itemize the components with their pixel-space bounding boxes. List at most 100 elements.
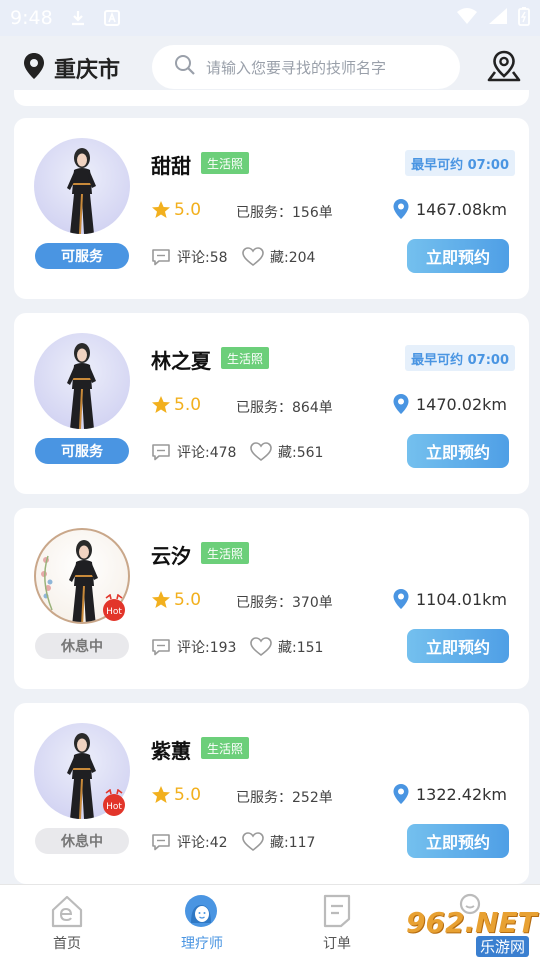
life-photo-tag[interactable]: 生活照	[201, 737, 250, 759]
comments-count: 评论:193	[177, 640, 237, 656]
nav-orders-label: 订单	[323, 936, 351, 952]
favorites-count: 藏:151	[278, 640, 324, 656]
comments[interactable]: 评论:42	[151, 832, 228, 852]
status-time: 9:48	[10, 7, 53, 29]
life-photo-tag[interactable]: 生活照	[221, 347, 270, 369]
nav-home[interactable]: 首页	[27, 893, 107, 953]
map-location-button[interactable]	[486, 49, 522, 85]
distance-value: 1467.08km	[415, 199, 507, 219]
heart-icon	[250, 637, 272, 657]
book-now-button[interactable]: 立即预约	[407, 629, 509, 663]
rating-value: 5.0	[174, 200, 202, 220]
nav-home-label: 首页	[53, 936, 81, 952]
avatar-photo	[34, 333, 130, 429]
star-icon	[152, 591, 170, 608]
nav-therapist-label: 理疗师	[181, 936, 223, 952]
favorites[interactable]: 藏:117	[242, 832, 315, 852]
technician-name: 林之夏	[151, 349, 211, 373]
availability-badge: 休息中	[35, 633, 129, 659]
avatar[interactable]: Hot	[34, 528, 130, 624]
rating: 5.0	[151, 395, 201, 415]
served-count: 已服务：370单	[236, 595, 333, 611]
star-icon	[152, 201, 170, 218]
comments[interactable]: 评论:193	[151, 637, 236, 657]
nav-orders[interactable]: 订单	[297, 893, 377, 953]
watermark-sub: 乐游网	[476, 936, 530, 957]
rating-value: 5.0	[174, 395, 202, 415]
earliest-time-badge: 最早可约 07:00	[405, 150, 515, 176]
favorites-count: 藏:204	[270, 250, 316, 266]
comments-count: 评论:58	[177, 250, 228, 266]
distance-pin-icon	[393, 589, 409, 609]
favorites[interactable]: 藏:561	[250, 442, 323, 462]
favorites[interactable]: 藏:204	[242, 247, 315, 267]
distance: 1104.01km	[392, 588, 507, 610]
map-pin-icon	[487, 50, 521, 82]
previous-card-edge	[14, 90, 529, 106]
star-icon	[152, 396, 170, 413]
availability-badge: 可服务	[35, 438, 129, 464]
served-count: 已服务：864单	[236, 400, 333, 416]
watermark-main: 962.NET	[406, 906, 537, 939]
avatar[interactable]	[34, 138, 130, 234]
served-count: 已服务：156单	[236, 205, 333, 221]
avatar[interactable]: Hot	[34, 723, 130, 819]
life-photo-tag[interactable]: 生活照	[201, 152, 250, 174]
comment-icon	[152, 639, 170, 656]
heart-icon	[250, 442, 272, 462]
hot-label: Hot	[106, 607, 122, 617]
life-photo-tag[interactable]: 生活照	[201, 542, 250, 564]
status-bar: 9:48	[0, 0, 540, 36]
download-icon	[69, 9, 87, 27]
comments-count: 评论:478	[177, 445, 237, 461]
search-placeholder: 请输入您要寻找的技师名字	[206, 58, 387, 77]
technician-name: 云汐	[151, 544, 191, 568]
distance-pin-icon	[393, 784, 409, 804]
search-input[interactable]: 请输入您要寻找的技师名字	[152, 45, 460, 89]
distance: 1470.02km	[392, 393, 507, 415]
distance-pin-icon	[393, 199, 409, 219]
battery-icon	[518, 6, 530, 30]
heart-icon	[242, 832, 264, 852]
availability-badge: 休息中	[35, 828, 129, 854]
therapist-photo-icon	[67, 148, 96, 234]
app-notification-icon	[103, 9, 121, 27]
book-now-button[interactable]: 立即预约	[407, 239, 509, 273]
nav-therapist[interactable]: 理疗师	[162, 893, 242, 953]
favorites[interactable]: 藏:151	[250, 637, 323, 657]
watermark-logo: 962.NET 乐游网	[402, 906, 537, 957]
signal-icon	[488, 7, 508, 29]
comment-icon	[152, 834, 170, 851]
comment-icon	[152, 249, 170, 266]
book-now-button[interactable]: 立即预约	[407, 824, 509, 858]
distance: 1467.08km	[392, 198, 507, 220]
therapist-icon	[185, 895, 217, 927]
technician-card[interactable]: Hot 休息中 紫蕙 生活照 5.0 已服务：252单 1322.42km 评论…	[14, 703, 529, 884]
hot-badge-icon: Hot	[100, 788, 128, 817]
favorites-count: 藏:561	[278, 445, 324, 461]
comments[interactable]: 评论:58	[151, 247, 228, 267]
distance-value: 1470.02km	[415, 394, 507, 414]
city-name: 重庆市	[54, 58, 121, 83]
orders-icon	[323, 894, 351, 928]
rating: 5.0	[151, 785, 201, 805]
rating-value: 5.0	[174, 785, 202, 805]
comment-icon	[152, 444, 170, 461]
therapist-photo-icon	[67, 343, 96, 429]
location-pin-icon	[22, 52, 46, 84]
technician-card[interactable]: 可服务 甜甜 生活照 最早可约 07:00 5.0 已服务：156单 1467.…	[14, 118, 529, 299]
hot-badge-icon: Hot	[100, 593, 128, 622]
home-icon	[51, 895, 83, 928]
technician-card[interactable]: 可服务 林之夏 生活照 最早可约 07:00 5.0 已服务：864单 1470…	[14, 313, 529, 494]
comments-count: 评论:42	[177, 835, 228, 851]
comments[interactable]: 评论:478	[151, 442, 236, 462]
technician-card[interactable]: Hot 休息中 云汐 生活照 5.0 已服务：370单 1104.01km 评论…	[14, 508, 529, 689]
avatar[interactable]	[34, 333, 130, 429]
avatar-photo	[34, 138, 130, 234]
rating: 5.0	[151, 590, 201, 610]
distance-value: 1322.42km	[415, 784, 507, 804]
book-now-button[interactable]: 立即预约	[407, 434, 509, 468]
distance: 1322.42km	[392, 783, 507, 805]
rating: 5.0	[151, 200, 201, 220]
city-selector[interactable]: 重庆市	[22, 52, 120, 84]
